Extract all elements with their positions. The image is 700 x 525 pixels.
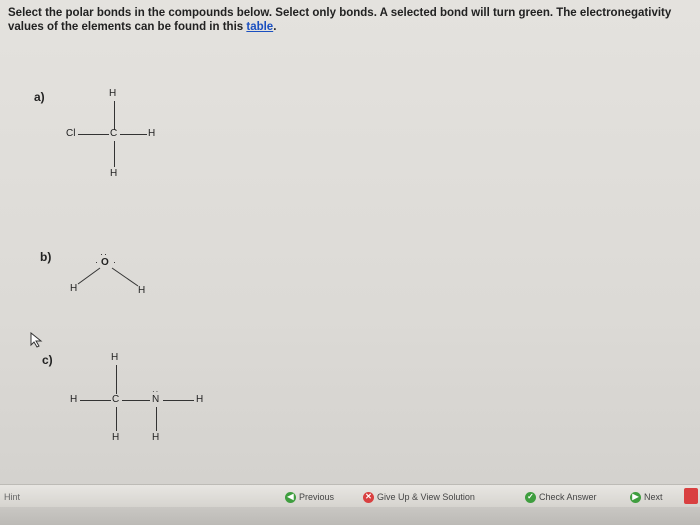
atom-c-c: C xyxy=(112,394,120,405)
bond-b-o-h-right[interactable] xyxy=(111,267,139,287)
mouse-cursor-icon xyxy=(30,332,43,348)
checkmark-icon: ✓ xyxy=(525,491,536,503)
atom-c-left-h: H xyxy=(70,394,78,405)
hint-link[interactable]: Hint xyxy=(4,492,20,502)
next-arrow-icon: ▶ xyxy=(630,491,641,503)
atom-c-bottom-h2: H xyxy=(152,432,160,443)
bond-c-n-h-bottom[interactable] xyxy=(156,407,157,431)
close-x-icon: ✕ xyxy=(363,491,374,503)
give-up-button[interactable]: ✕ Give Up & View Solution xyxy=(363,490,475,504)
atom-c-bottom-h1: H xyxy=(112,432,120,443)
previous-button[interactable]: ◀ Previous xyxy=(285,490,334,504)
compound-c-label: c) xyxy=(42,353,53,367)
window-bottom-bar xyxy=(0,507,700,525)
bond-c-n-h-right[interactable] xyxy=(163,400,194,401)
atom-c-right-h: H xyxy=(196,394,204,405)
compound-b-bonds xyxy=(77,267,139,287)
bond-c-c-h-bottom[interactable] xyxy=(116,407,117,431)
atom-c-top-h: H xyxy=(111,352,119,363)
previous-arrow-icon: ◀ xyxy=(285,491,296,503)
bond-b-o-h-left[interactable] xyxy=(77,267,101,285)
bond-c-c-n[interactable] xyxy=(122,400,150,401)
next-button[interactable]: ▶ Next xyxy=(630,490,663,504)
atom-b-left-h: H xyxy=(70,283,78,294)
help-icon[interactable] xyxy=(684,488,698,504)
atom-c-n: N xyxy=(152,394,160,405)
bond-c-c-h-top[interactable] xyxy=(116,365,117,394)
atom-b-right-h: H xyxy=(138,285,146,296)
check-answer-button[interactable]: ✓ Check Answer xyxy=(525,490,597,504)
footer-toolbar: Hint ◀ Previous ✕ Give Up & View Solutio… xyxy=(0,484,700,507)
bond-c-h-c[interactable] xyxy=(80,400,111,401)
